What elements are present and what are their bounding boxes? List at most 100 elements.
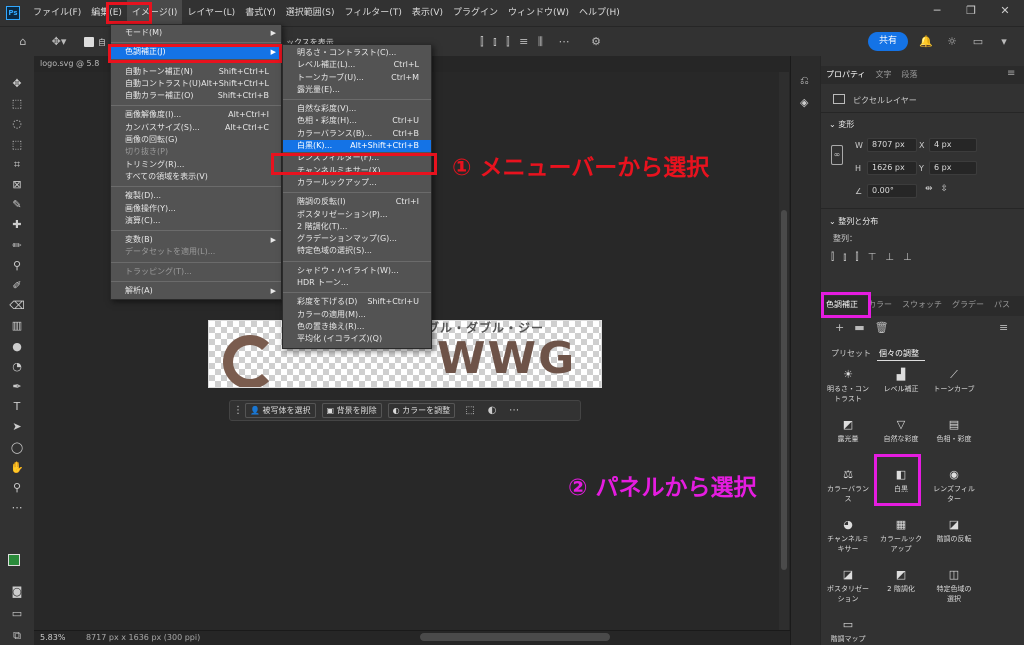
screen-mode-icon[interactable]: ▭ bbox=[8, 606, 26, 622]
vertical-scroll-thumb[interactable] bbox=[781, 210, 787, 570]
select-subject-button[interactable]: 👤 被写体を選択 bbox=[245, 403, 316, 418]
discover-icon[interactable]: ☼ bbox=[944, 34, 960, 50]
history-brush-icon[interactable]: ✐ bbox=[8, 278, 26, 294]
document-tab[interactable]: logo.svg @ 5.8 bbox=[34, 56, 114, 72]
adjustments-menu-item[interactable]: カラーの適用(M)... bbox=[283, 309, 431, 321]
adjustment-color-balance[interactable]: ⚖ カラーバラン ス bbox=[823, 468, 873, 504]
restore-icon[interactable]: ❐ bbox=[956, 0, 986, 22]
menu-item[interactable]: プラグイン bbox=[448, 0, 503, 26]
tab-character[interactable]: 文字 bbox=[871, 66, 897, 84]
menu-item[interactable]: 選択範囲(S) bbox=[281, 0, 340, 26]
align-buttons[interactable]: ⫿⫾⫿⊤⊥⊥ bbox=[831, 252, 921, 263]
height-field[interactable]: 1626 px bbox=[867, 161, 917, 175]
mask-icon[interactable]: ◐ bbox=[485, 404, 499, 418]
menu-item[interactable]: ファイル(F) bbox=[28, 0, 86, 26]
menu-item[interactable]: ウィンドウ(W) bbox=[503, 0, 574, 26]
marquee-tool-icon[interactable]: ⬚ bbox=[8, 96, 26, 112]
frame-tool-icon[interactable]: ⊠ bbox=[8, 177, 26, 193]
layers-icon[interactable]: ◈ bbox=[800, 96, 808, 109]
image-menu-item[interactable]: 自動コントラスト(U) Alt+Shift+Ctrl+L bbox=[111, 78, 281, 90]
object-select-tool-icon[interactable]: ⬚ bbox=[8, 137, 26, 153]
share-button[interactable]: 共有 bbox=[868, 32, 908, 51]
eyedropper-tool-icon[interactable]: ✎ bbox=[8, 197, 26, 213]
healing-brush-icon[interactable]: ✚ bbox=[8, 217, 26, 233]
adjustment-posterize[interactable]: ◪ ポスタリゼー ション bbox=[823, 568, 873, 604]
workspace-icon[interactable]: ▭ bbox=[970, 34, 986, 50]
remove-background-button[interactable]: ▣ 背景を削除 bbox=[321, 403, 382, 418]
tab-paths[interactable]: パス bbox=[989, 296, 1015, 314]
align-header[interactable]: ⌄ 整列と分布 bbox=[829, 216, 878, 227]
adjustments-menu-item[interactable]: ポスタリゼーション(P)... bbox=[283, 209, 431, 221]
home-icon[interactable]: ⌂ bbox=[14, 34, 32, 50]
image-menu-item[interactable]: 画像の回転(G) bbox=[111, 134, 281, 146]
gradient-tool-icon[interactable]: ▥ bbox=[8, 318, 26, 334]
foreground-color-swatch[interactable] bbox=[8, 554, 20, 566]
image-menu-item[interactable]: 解析(A) ▶ bbox=[111, 285, 281, 297]
image-menu-item[interactable]: 複製(D)... bbox=[111, 190, 281, 202]
image-menu-item[interactable]: モード(M) ▶ bbox=[111, 27, 281, 39]
y-field[interactable]: 6 px bbox=[929, 161, 977, 175]
adjustment-vibrance[interactable]: ▽ 自然な彩度 bbox=[876, 418, 926, 444]
dodge-tool-icon[interactable]: ◔ bbox=[8, 359, 26, 375]
workspace-menu-icon[interactable]: ▾ bbox=[996, 34, 1012, 50]
lasso-tool-icon[interactable]: ◌ bbox=[8, 116, 26, 132]
adjustments-menu-item[interactable]: トーンカーブ(U)... Ctrl+M bbox=[283, 72, 431, 84]
adjustment-threshold[interactable]: ◩ 2 階調化 bbox=[876, 568, 926, 594]
artboard-icon[interactable]: ⧉ bbox=[8, 628, 26, 644]
adjustments-menu-item[interactable]: カラーバランス(B)... Ctrl+B bbox=[283, 128, 431, 140]
blur-tool-icon[interactable]: ● bbox=[8, 339, 26, 355]
x-field[interactable]: 4 px bbox=[929, 138, 977, 152]
adjustments-menu-item[interactable]: カラールックアップ... bbox=[283, 177, 431, 189]
shape-tool-icon[interactable]: ◯ bbox=[8, 440, 26, 456]
align-icons[interactable]: ⫿ ⫾ ⫿ ≡ ⫼ bbox=[458, 34, 568, 50]
flip-icons[interactable]: ⇹⇳ bbox=[925, 184, 956, 194]
adjustments-menu-item[interactable]: グラデーションマップ(G)... bbox=[283, 233, 431, 245]
menu-item[interactable]: フィルター(T) bbox=[339, 0, 406, 26]
adjustments-menu-item[interactable]: シャドウ・ハイライト(W)... bbox=[283, 265, 431, 277]
menu-item[interactable]: レイヤー(L) bbox=[182, 0, 240, 26]
notification-icon[interactable]: 🔔 bbox=[918, 34, 934, 50]
image-menu-item[interactable]: 自動カラー補正(O) Shift+Ctrl+B bbox=[111, 90, 281, 102]
move-tool-icon[interactable]: ✥ bbox=[8, 76, 26, 92]
adjustments-menu-item[interactable]: 2 階調化(T)... bbox=[283, 221, 431, 233]
tab-paragraph[interactable]: 段落 bbox=[897, 66, 923, 84]
path-select-icon[interactable]: ➤ bbox=[8, 419, 26, 435]
image-menu-item[interactable]: 自動トーン補正(N) Shift+Ctrl+L bbox=[111, 66, 281, 78]
adjustment-curves[interactable]: ⟋ トーンカーブ bbox=[929, 368, 979, 394]
adjustment-invert[interactable]: ◪ 階調の反転 bbox=[929, 518, 979, 544]
menu-item[interactable]: ヘルプ(H) bbox=[574, 0, 625, 26]
adjustments-menu-item[interactable]: 平均化 (イコライズ)(Q) bbox=[283, 333, 431, 345]
adjustments-menu-item[interactable]: 白黒(K)... Alt+Shift+Ctrl+B bbox=[283, 140, 431, 153]
more-tools-icon[interactable]: ⋯ bbox=[8, 500, 26, 516]
zoom-level[interactable]: 5.83% bbox=[40, 633, 65, 642]
brush-tool-icon[interactable]: ✏ bbox=[8, 238, 26, 254]
adjustments-menu-item[interactable]: 彩度を下げる(D) Shift+Ctrl+U bbox=[283, 296, 431, 308]
adjustment-gradient-map[interactable]: ▭ 階調マップ bbox=[823, 618, 873, 644]
pen-tool-icon[interactable]: ✒ bbox=[8, 379, 26, 395]
3d-mode-icon[interactable]: ⚙ bbox=[588, 34, 604, 50]
image-menu-item[interactable]: 画像解像度(I)... Alt+Ctrl+I bbox=[111, 109, 281, 121]
more-options-icon[interactable]: ⋯ bbox=[507, 404, 521, 418]
adjustment-color-lookup[interactable]: ▦ カラールック アップ bbox=[876, 518, 926, 554]
adjustment-hue-saturation[interactable]: ▤ 色相・彩度 bbox=[929, 418, 979, 444]
adjustments-menu-item[interactable]: 自然な彩度(V)... bbox=[283, 103, 431, 115]
adjustments-menu-item[interactable]: 色の置き換え(R)... bbox=[283, 321, 431, 333]
adjustment-exposure[interactable]: ◩ 露光量 bbox=[823, 418, 873, 444]
menu-item[interactable]: 表示(V) bbox=[407, 0, 448, 26]
adjustment-levels[interactable]: ▟ レベル補正 bbox=[876, 368, 926, 394]
type-tool-icon[interactable]: T bbox=[8, 399, 26, 415]
link-icon[interactable]: ∞ bbox=[831, 145, 843, 165]
transform-header[interactable]: ⌄ 変形 bbox=[829, 119, 854, 130]
image-menu-item[interactable]: カンバスサイズ(S)... Alt+Ctrl+C bbox=[111, 122, 281, 134]
clone-stamp-icon[interactable]: ⚲ bbox=[8, 258, 26, 274]
more-icon[interactable]: ⋯ bbox=[556, 34, 572, 50]
adjustments-menu-item[interactable]: 特定色域の選択(S)... bbox=[283, 245, 431, 257]
zoom-tool-icon[interactable]: ⚲ bbox=[8, 480, 26, 496]
adjustment-lens-filter[interactable]: ◉ レンズフィル ター bbox=[929, 468, 979, 504]
tab-properties[interactable]: プロパティ bbox=[821, 66, 871, 84]
tab-gradients[interactable]: グラデー bbox=[947, 296, 989, 314]
image-menu-item[interactable]: 演算(C)... bbox=[111, 215, 281, 227]
adjustments-menu-item[interactable]: 露光量(E)... bbox=[283, 84, 431, 96]
move-tool-icon[interactable]: ✥▾ bbox=[46, 34, 72, 50]
panel-menu-icon[interactable]: ≡ bbox=[1007, 68, 1015, 79]
